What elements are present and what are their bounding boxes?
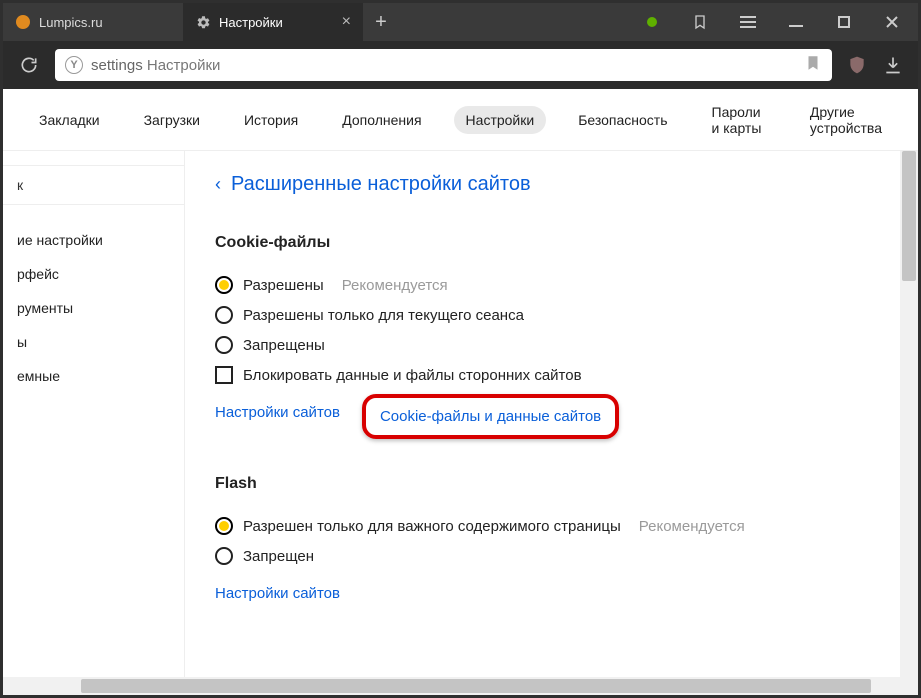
omnibox[interactable]: Y settings Настройки: [55, 49, 832, 81]
settings-page: ‹ Расширенные настройки сайтов Cookie-фа…: [185, 151, 918, 677]
option-hint: Рекомендуется: [342, 277, 448, 294]
sidebar-item[interactable]: емные: [3, 359, 184, 393]
main-row: к ие настройки рфейс рументы ы емные ‹ Р…: [3, 151, 918, 677]
checkbox-label: Блокировать данные и файлы сторонних сай…: [243, 367, 582, 384]
scrollbar-thumb[interactable]: [902, 151, 916, 281]
sidebar-search[interactable]: к: [3, 165, 184, 205]
cookies-option-blocked[interactable]: Запрещены: [215, 330, 908, 360]
minimize-button[interactable]: [774, 3, 818, 41]
option-label: Разрешен только для важного содержимого …: [243, 518, 621, 535]
tab-settings[interactable]: Настройки ×: [183, 3, 363, 41]
new-tab-button[interactable]: +: [363, 3, 399, 41]
nav-passwords[interactable]: Пароли и карты: [700, 98, 778, 142]
radio-icon: [215, 336, 233, 354]
link-site-settings[interactable]: Настройки сайтов: [215, 404, 340, 429]
option-label: Разрешены: [243, 277, 324, 294]
maximize-button[interactable]: [822, 3, 866, 41]
toolbar-extensions: [844, 52, 906, 78]
cookies-links: Настройки сайтов Cookie-файлы и данные с…: [215, 390, 908, 433]
settings-sidebar: к ие настройки рфейс рументы ы емные: [3, 151, 185, 677]
sidebar-item[interactable]: рфейс: [3, 257, 184, 291]
shield-icon[interactable]: [844, 52, 870, 78]
checkbox-icon: [215, 366, 233, 384]
yandex-icon: Y: [65, 56, 83, 74]
chevron-left-icon: ‹: [215, 174, 221, 195]
gear-icon: [195, 14, 211, 30]
tab-close-icon[interactable]: ×: [342, 14, 351, 30]
browser-window: Lumpics.ru Настройки × +: [0, 0, 921, 698]
radio-checked-icon: [215, 276, 233, 294]
tab-title: Lumpics.ru: [39, 15, 103, 30]
section-title-flash: Flash: [215, 475, 908, 493]
section-title-cookies: Cookie-файлы: [215, 234, 908, 252]
download-icon[interactable]: [880, 52, 906, 78]
bookmarks-panel-icon[interactable]: [678, 3, 722, 41]
vertical-scrollbar[interactable]: [900, 151, 918, 677]
option-label: Запрещены: [243, 337, 325, 354]
radio-checked-icon: [215, 517, 233, 535]
back-link[interactable]: ‹ Расширенные настройки сайтов: [215, 173, 908, 196]
tab-lumpics[interactable]: Lumpics.ru: [3, 3, 183, 41]
tab-title: Настройки: [219, 15, 283, 30]
link-cookies-data[interactable]: Cookie-файлы и данные сайтов: [362, 394, 619, 439]
page-title: Расширенные настройки сайтов: [231, 173, 531, 196]
page-content: Закладки Загрузки История Дополнения Нас…: [3, 89, 918, 695]
menu-icon[interactable]: [726, 3, 770, 41]
nav-addons[interactable]: Дополнения: [330, 106, 433, 134]
flash-option-blocked[interactable]: Запрещен: [215, 541, 908, 571]
section-cookies: Cookie-файлы Разрешены Рекомендуется Раз…: [215, 234, 908, 433]
radio-icon: [215, 306, 233, 324]
radio-icon: [215, 547, 233, 565]
link-flash-site-settings[interactable]: Настройки сайтов: [215, 585, 340, 602]
reload-button[interactable]: [15, 51, 43, 79]
scrollbar-thumb[interactable]: [81, 679, 871, 693]
cookies-block-thirdparty[interactable]: Блокировать данные и файлы сторонних сай…: [215, 360, 908, 390]
bookmark-icon[interactable]: [804, 54, 822, 77]
cookies-option-session[interactable]: Разрешены только для текущего сеанса: [215, 300, 908, 330]
sidebar-item[interactable]: ие настройки: [3, 223, 184, 257]
nav-other-devices[interactable]: Другие устройства: [798, 98, 894, 142]
nav-history[interactable]: История: [232, 106, 310, 134]
cookies-option-allowed[interactable]: Разрешены Рекомендуется: [215, 270, 908, 300]
sidebar-item[interactable]: ы: [3, 325, 184, 359]
nav-settings[interactable]: Настройки: [454, 106, 547, 134]
titlebar: Lumpics.ru Настройки × +: [3, 3, 918, 41]
horizontal-scrollbar[interactable]: [3, 677, 918, 695]
sidebar-item[interactable]: рументы: [3, 291, 184, 325]
nav-downloads[interactable]: Загрузки: [132, 106, 212, 134]
sidebar-search-value: к: [17, 171, 23, 199]
tab-favicon-lumpics: [15, 14, 31, 30]
close-window-button[interactable]: [870, 3, 914, 41]
flash-option-important[interactable]: Разрешен только для важного содержимого …: [215, 511, 908, 541]
titlebar-controls: [626, 3, 918, 41]
option-hint: Рекомендуется: [639, 518, 745, 535]
option-label: Разрешены только для текущего сеанса: [243, 307, 524, 324]
omnibox-text: settings Настройки: [91, 57, 220, 74]
option-label: Запрещен: [243, 548, 314, 565]
nav-bookmarks[interactable]: Закладки: [27, 106, 112, 134]
flash-links: Настройки сайтов: [215, 571, 908, 606]
nav-security[interactable]: Безопасность: [566, 106, 679, 134]
address-bar: Y settings Настройки: [3, 41, 918, 89]
section-flash: Flash Разрешен только для важного содерж…: [215, 475, 908, 606]
settings-topnav: Закладки Загрузки История Дополнения Нас…: [3, 89, 918, 151]
extension-indicator[interactable]: [630, 3, 674, 41]
